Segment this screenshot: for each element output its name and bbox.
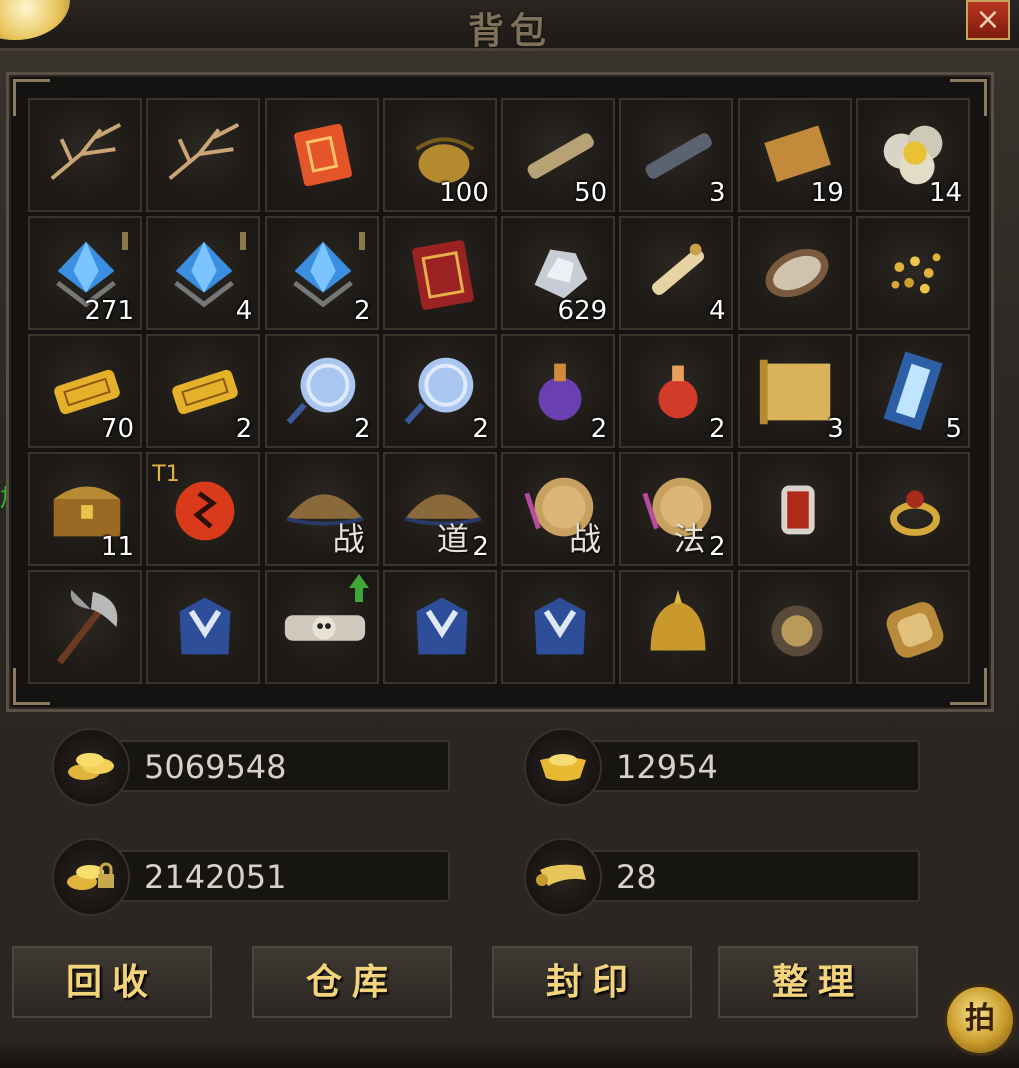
inventory-slot[interactable]: 70 (28, 334, 142, 448)
class-glyph: 道 (436, 520, 469, 558)
inventory-slot[interactable] (28, 570, 142, 684)
bound-gold-currency: 2142051 (52, 838, 452, 916)
inventory-slot[interactable]: 道2 (382, 452, 497, 566)
class-glyph: 法 (673, 520, 706, 558)
auction-button[interactable]: 拍 (944, 984, 1016, 1056)
inventory-slot[interactable]: 2 (146, 334, 261, 448)
window-title: 背包 (467, 10, 552, 52)
inventory-slot[interactable]: 2 (264, 334, 379, 448)
inventory-slot[interactable] (619, 570, 734, 684)
scroll-token-icon (524, 838, 602, 916)
warehouse-button[interactable]: 仓库 (252, 946, 452, 1018)
item-count: 629 (557, 296, 608, 326)
inventory-slot[interactable] (737, 216, 852, 330)
seal-button[interactable]: 封印 (492, 946, 692, 1018)
inventory-slot[interactable]: 271 (28, 216, 142, 330)
inventory-slot[interactable]: 2 (501, 334, 616, 448)
inventory-slot[interactable]: 4 (619, 216, 734, 330)
close-button[interactable]: × (966, 0, 1010, 40)
sort-button[interactable]: 整理 (718, 946, 918, 1018)
ingot-currency: 12954 (524, 728, 924, 806)
inventory-slot[interactable] (264, 98, 379, 212)
inventory-slot[interactable] (146, 570, 261, 684)
bound-mark-icon (358, 232, 365, 250)
scroll-value: 28 (616, 858, 657, 896)
gold-value: 5069548 (144, 748, 287, 786)
item-count: 2 (354, 414, 371, 444)
item-count: 14 (928, 178, 963, 208)
inventory-slot[interactable] (501, 570, 616, 684)
upgrade-arrow-icon (348, 574, 369, 602)
item-count: 11 (100, 532, 134, 562)
inventory-slot[interactable]: 3 (619, 98, 734, 212)
inventory-slot[interactable]: 629 (501, 216, 616, 330)
locked-coins-icon (52, 838, 130, 916)
inventory-slot[interactable]: 战 (264, 452, 379, 566)
inventory-slot[interactable]: 11 (28, 452, 142, 566)
item-count: 4 (235, 296, 253, 326)
item-count: 2 (708, 414, 726, 444)
class-glyph: 战 (332, 520, 365, 558)
bound-gold-value: 2142051 (144, 858, 287, 896)
inventory-slot[interactable]: 14 (856, 98, 971, 212)
bound-mark-icon (122, 232, 128, 250)
inventory-slot[interactable] (856, 216, 971, 330)
inventory-slot[interactable]: 2 (382, 334, 497, 448)
item-count: 3 (708, 178, 726, 208)
inventory-slot[interactable]: 50 (501, 98, 616, 212)
scroll-currency: 28 (524, 838, 924, 916)
inventory-slot[interactable]: 3 (737, 334, 852, 448)
tier-label: T1 (152, 462, 180, 487)
inventory-slot[interactable] (737, 452, 852, 566)
inventory-slot[interactable]: 战 (501, 452, 616, 566)
item-count: 70 (100, 414, 134, 444)
inventory-slot[interactable] (382, 216, 497, 330)
inventory-slot[interactable]: 法2 (619, 452, 734, 566)
recycle-button[interactable]: 回收 (12, 946, 212, 1018)
inventory-slot[interactable] (856, 570, 971, 684)
inventory-slot[interactable]: T1 (146, 452, 261, 566)
item-count: 2 (235, 414, 253, 444)
title-bar: 背包 × (0, 0, 1019, 52)
inventory-slot[interactable]: 2 (619, 334, 734, 448)
inventory-panel: 背包 × 加. 100503191427142629470222223511T1… (0, 0, 1019, 1068)
orb-ornament (0, 0, 70, 40)
item-count: 19 (810, 178, 844, 208)
inventory-slot[interactable] (737, 570, 852, 684)
bottom-bar (0, 1040, 1019, 1068)
inventory-slot[interactable]: 4 (146, 216, 261, 330)
item-count: 2 (590, 414, 608, 444)
item-count: 5 (945, 414, 963, 444)
item-count: 50 (574, 178, 608, 208)
inventory-slot[interactable]: 2 (264, 216, 379, 330)
bound-mark-icon (240, 232, 247, 250)
ingot-value: 12954 (616, 748, 718, 786)
inventory-slot[interactable]: 5 (856, 334, 971, 448)
inventory-slot[interactable] (856, 452, 971, 566)
item-count: 2 (354, 296, 371, 326)
inventory-slot[interactable] (382, 570, 497, 684)
class-glyph: 战 (569, 520, 602, 558)
item-count: 271 (84, 296, 134, 326)
inventory-slot[interactable] (264, 570, 379, 684)
item-count: 3 (827, 414, 844, 444)
item-count: 4 (708, 296, 726, 326)
item-count: 2 (472, 414, 489, 444)
inventory-slot[interactable] (28, 98, 142, 212)
item-count: 2 (472, 532, 489, 562)
item-count: 2 (708, 532, 726, 562)
inventory-slot[interactable] (146, 98, 261, 212)
gold-ingot-icon (524, 728, 602, 806)
gold-coins-icon (52, 728, 130, 806)
item-count: 100 (439, 178, 489, 208)
gold-currency: 5069548 (52, 728, 452, 806)
inventory-grid: 100 50 3 19 14 271 4 2 629 4 70 2 2 2 2 2 3 5 11 T1 战道 2 战法 2 (28, 98, 974, 688)
inventory-slot[interactable]: 19 (737, 98, 852, 212)
inventory-slot[interactable]: 100 (382, 98, 497, 212)
